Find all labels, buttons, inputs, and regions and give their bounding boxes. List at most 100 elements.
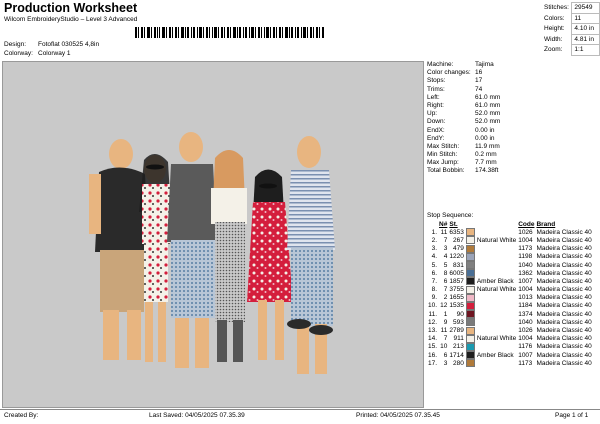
thread-brand: Madeira Classic 40 bbox=[536, 318, 592, 326]
color-swatch-cell bbox=[465, 342, 476, 351]
needle-number: 6 bbox=[443, 351, 448, 359]
machine-info-row: Up: 52.0 mm bbox=[427, 110, 500, 118]
color-swatch bbox=[465, 326, 475, 335]
table-row: 5. 5 831 1040 Madeira Classic 40 bbox=[427, 261, 593, 270]
thread-code: 1026 bbox=[518, 327, 533, 335]
stitch-count: 3755 bbox=[449, 286, 464, 294]
info-label: Trims: bbox=[427, 85, 445, 93]
table-row: 4. 4 1220 1198 Madeira Classic 40 bbox=[427, 252, 593, 261]
color-name: Natural White bbox=[476, 335, 517, 343]
stat-value: 29549 bbox=[571, 2, 600, 14]
stop-index: 4. bbox=[431, 253, 438, 261]
color-swatch bbox=[465, 261, 475, 270]
stat-value: 11 bbox=[571, 12, 600, 24]
color-swatch-cell bbox=[465, 277, 476, 286]
info-label: Stops: bbox=[427, 77, 446, 85]
n-column-header: N# bbox=[439, 220, 448, 228]
stitch-count: 831 bbox=[452, 261, 464, 269]
table-row: 8. 7 3755 Natural White 1004 Madeira Classic … bbox=[427, 285, 593, 294]
table-row: 3. 3 479 1173 Madeira Classic 40 bbox=[427, 244, 593, 253]
stats-row: Stitches: 29549 bbox=[544, 2, 600, 14]
thread-code: 1004 bbox=[518, 335, 533, 343]
info-value: 0.2 mm bbox=[475, 151, 497, 159]
machine-info-row: Down: 52.0 mm bbox=[427, 118, 500, 126]
table-row: 7. 6 1857 Amber Black 1007 Madeira Classic 40 bbox=[427, 277, 593, 286]
thread-brand: Madeira Classic 40 bbox=[536, 228, 592, 236]
stop-index: 11. bbox=[428, 310, 438, 318]
color-name: Amber Black bbox=[476, 351, 514, 359]
machine-info-row: Left: 61.0 mm bbox=[427, 94, 500, 102]
machine-info: Machine: Tajima Color changes: 16 Stops: 17 Tr… bbox=[427, 61, 500, 176]
color-swatch bbox=[465, 359, 475, 368]
table-row: 12. 9 593 1040 Madeira Classic 40 bbox=[427, 318, 593, 327]
info-label: Max Jump: bbox=[427, 159, 459, 167]
thread-brand: Madeira Classic 40 bbox=[536, 286, 592, 294]
last-saved: Last Saved: 04/05/2025 07.35.39 bbox=[149, 412, 245, 419]
table-row: 16. 6 1714 Amber Black 1007 Madeira Classic 4… bbox=[427, 351, 593, 360]
color-swatch-cell bbox=[465, 318, 476, 327]
needle-number: 10 bbox=[440, 343, 448, 351]
machine-info-row: Right: 61.0 mm bbox=[427, 102, 500, 110]
needle-number: 7 bbox=[443, 236, 448, 244]
stitch-count: 280 bbox=[452, 359, 464, 367]
table-row: 2. 7 267 Natural White 1004 Madeira Classic 4… bbox=[427, 236, 593, 245]
stop-index: 5. bbox=[431, 261, 438, 269]
stitch-count: 1714 bbox=[449, 351, 464, 359]
color-swatch bbox=[465, 293, 475, 302]
color-swatch bbox=[465, 334, 475, 343]
needle-number: 11 bbox=[440, 228, 448, 236]
stop-index: 14. bbox=[428, 335, 438, 343]
stat-label: Zoom: bbox=[544, 46, 563, 54]
thread-code: 1040 bbox=[518, 318, 533, 326]
stop-column-header bbox=[427, 220, 438, 228]
color-name bbox=[476, 302, 517, 310]
machine-info-row: Max Jump: 7.7 mm bbox=[427, 159, 500, 167]
stop-index: 8. bbox=[431, 286, 438, 294]
color-swatch-cell bbox=[465, 252, 476, 261]
needle-number: 2 bbox=[443, 294, 448, 302]
info-label: Machine: bbox=[427, 61, 454, 68]
needle-number: 7 bbox=[443, 286, 448, 294]
table-row: 9. 2 1655 1013 Madeira Classic 40 bbox=[427, 293, 593, 302]
stop-index: 6. bbox=[431, 269, 438, 277]
table-row: 6. 8 6005 1362 Madeira Classic 40 bbox=[427, 269, 593, 278]
color-swatch bbox=[465, 228, 475, 237]
color-swatch bbox=[465, 351, 475, 360]
stat-label: Width: bbox=[544, 35, 563, 43]
needle-number: 7 bbox=[443, 335, 448, 343]
color-name: Natural White bbox=[476, 286, 517, 294]
stop-index: 3. bbox=[431, 245, 438, 253]
stitch-count: 593 bbox=[452, 318, 464, 326]
stop-index: 12. bbox=[428, 318, 438, 326]
color-swatch bbox=[465, 301, 475, 310]
color-swatch bbox=[465, 318, 475, 327]
color-swatch bbox=[465, 277, 475, 286]
stop-sequence-table: N# St. Code Brand 1. 11 6353 1026 Madeira Cl… bbox=[427, 220, 593, 368]
color-swatch-cell bbox=[465, 285, 476, 294]
colorway-value: Colorway 1 bbox=[38, 50, 71, 57]
color-swatch-cell bbox=[465, 228, 476, 237]
stitch-count: 90 bbox=[456, 310, 464, 318]
stitch-count: 1220 bbox=[449, 253, 464, 261]
design-row: Design: Fotoflat 030525 4,8in bbox=[4, 41, 99, 48]
info-value: 17 bbox=[475, 77, 483, 85]
color-name bbox=[476, 245, 517, 253]
color-swatch-cell bbox=[465, 301, 476, 310]
info-value: 16 bbox=[475, 69, 483, 77]
software-subtitle: Wilcom EmbroideryStudio – Level 3 Advanc… bbox=[4, 16, 138, 23]
stitch-count: 213 bbox=[452, 343, 464, 351]
color-name bbox=[476, 294, 517, 302]
info-label: Down: bbox=[427, 118, 446, 126]
color-swatch-cell bbox=[465, 334, 476, 343]
name-column-header bbox=[476, 220, 517, 228]
stat-label: Colors: bbox=[544, 14, 565, 22]
stats-table: Stitches: 29549 Colors: 11 Height: 4.10 in Wid… bbox=[544, 2, 600, 56]
design-preview bbox=[2, 61, 424, 408]
colorway-label: Colorway: bbox=[4, 50, 33, 57]
info-value: 7.7 mm bbox=[475, 159, 497, 167]
info-label: Min Stitch: bbox=[427, 151, 458, 159]
info-value: 52.0 mm bbox=[475, 110, 501, 118]
st-column-header: St. bbox=[449, 220, 458, 228]
stop-sequence-title: Stop Sequence: bbox=[427, 212, 474, 219]
thread-code: 1007 bbox=[518, 351, 533, 359]
